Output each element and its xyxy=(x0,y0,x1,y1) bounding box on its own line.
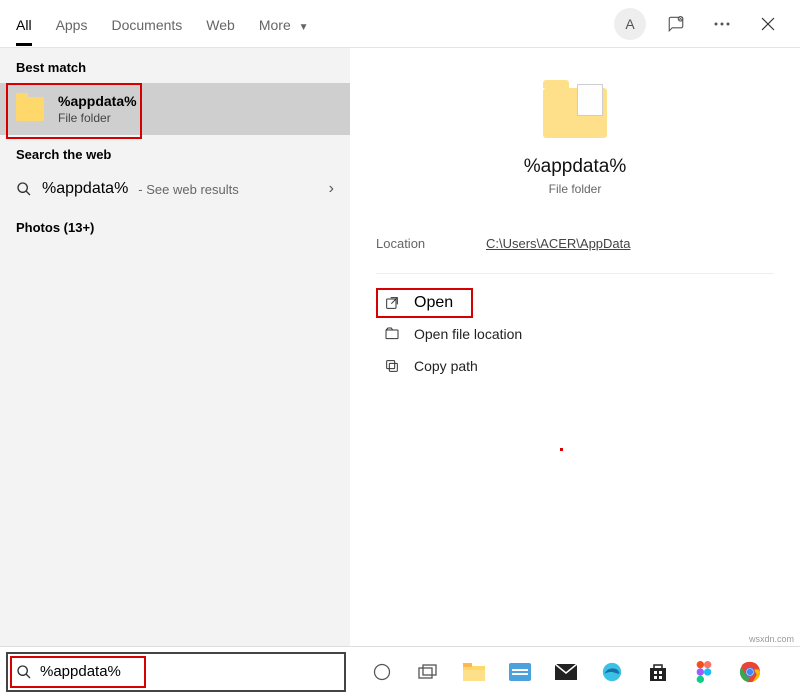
settings-icon[interactable] xyxy=(508,660,532,684)
results-pane: Best match %appdata% File folder Search … xyxy=(0,48,350,646)
avatar[interactable]: A xyxy=(614,8,646,40)
top-right: A xyxy=(614,8,784,40)
location-row: Location C:\Users\ACER\AppData xyxy=(376,236,774,274)
tabs: All Apps Documents Web More ▼ xyxy=(16,3,614,45)
chevron-down-icon: ▼ xyxy=(299,22,309,33)
search-icon xyxy=(16,181,32,197)
feedback-icon[interactable] xyxy=(660,8,692,40)
action-open-label: Open xyxy=(414,294,453,312)
preview-title: %appdata% xyxy=(376,156,774,178)
web-result-item[interactable]: %appdata% - See web results › xyxy=(0,170,350,208)
action-open[interactable]: Open xyxy=(376,288,774,318)
taskbar-icons xyxy=(370,660,762,684)
store-icon[interactable] xyxy=(646,660,670,684)
action-copy-path-label: Copy path xyxy=(414,358,478,374)
actions-list: Open Open file location Copy path xyxy=(376,288,774,382)
folder-icon xyxy=(16,97,44,121)
web-result-query: %appdata% xyxy=(42,180,128,198)
location-label: Location xyxy=(376,236,486,251)
task-view-icon[interactable] xyxy=(416,660,440,684)
search-input[interactable] xyxy=(40,663,336,680)
best-match-item[interactable]: %appdata% File folder xyxy=(0,83,350,135)
tab-more[interactable]: More ▼ xyxy=(259,3,309,45)
location-value[interactable]: C:\Users\ACER\AppData xyxy=(486,236,631,251)
edge-icon[interactable] xyxy=(600,660,624,684)
copy-icon xyxy=(384,358,400,374)
mail-icon[interactable] xyxy=(554,660,578,684)
cortana-icon[interactable] xyxy=(370,660,394,684)
annotation-dot xyxy=(560,448,563,451)
preview-icon-area xyxy=(376,88,774,138)
photos-label: Photos (13+) xyxy=(0,208,350,243)
folder-location-icon xyxy=(384,326,400,342)
search-web-label: Search the web xyxy=(0,135,350,170)
figma-icon[interactable] xyxy=(692,660,716,684)
best-match-label: Best match xyxy=(0,48,350,83)
file-explorer-icon[interactable] xyxy=(462,660,486,684)
main-content: Best match %appdata% File folder Search … xyxy=(0,48,800,646)
folder-icon xyxy=(543,88,607,138)
preview-subtitle: File folder xyxy=(376,182,774,196)
chrome-icon[interactable] xyxy=(738,660,762,684)
action-open-location[interactable]: Open file location xyxy=(376,318,774,350)
action-copy-path[interactable]: Copy path xyxy=(376,350,774,382)
search-icon xyxy=(16,664,32,680)
preview-pane: %appdata% File folder Location C:\Users\… xyxy=(350,48,800,646)
search-box[interactable] xyxy=(6,652,346,692)
tab-web[interactable]: Web xyxy=(206,3,235,45)
top-bar: All Apps Documents Web More ▼ A xyxy=(0,0,800,48)
web-result-suffix: - See web results xyxy=(138,182,238,197)
open-icon xyxy=(384,295,400,311)
tab-all[interactable]: All xyxy=(16,3,32,45)
tab-apps[interactable]: Apps xyxy=(56,3,88,45)
action-open-location-label: Open file location xyxy=(414,326,522,342)
watermark: wsxdn.com xyxy=(749,634,794,644)
tab-more-label: More xyxy=(259,17,291,33)
more-options-icon[interactable] xyxy=(706,8,738,40)
tab-documents[interactable]: Documents xyxy=(111,3,182,45)
close-icon[interactable] xyxy=(752,8,784,40)
taskbar xyxy=(0,646,800,696)
chevron-right-icon: › xyxy=(329,180,334,198)
